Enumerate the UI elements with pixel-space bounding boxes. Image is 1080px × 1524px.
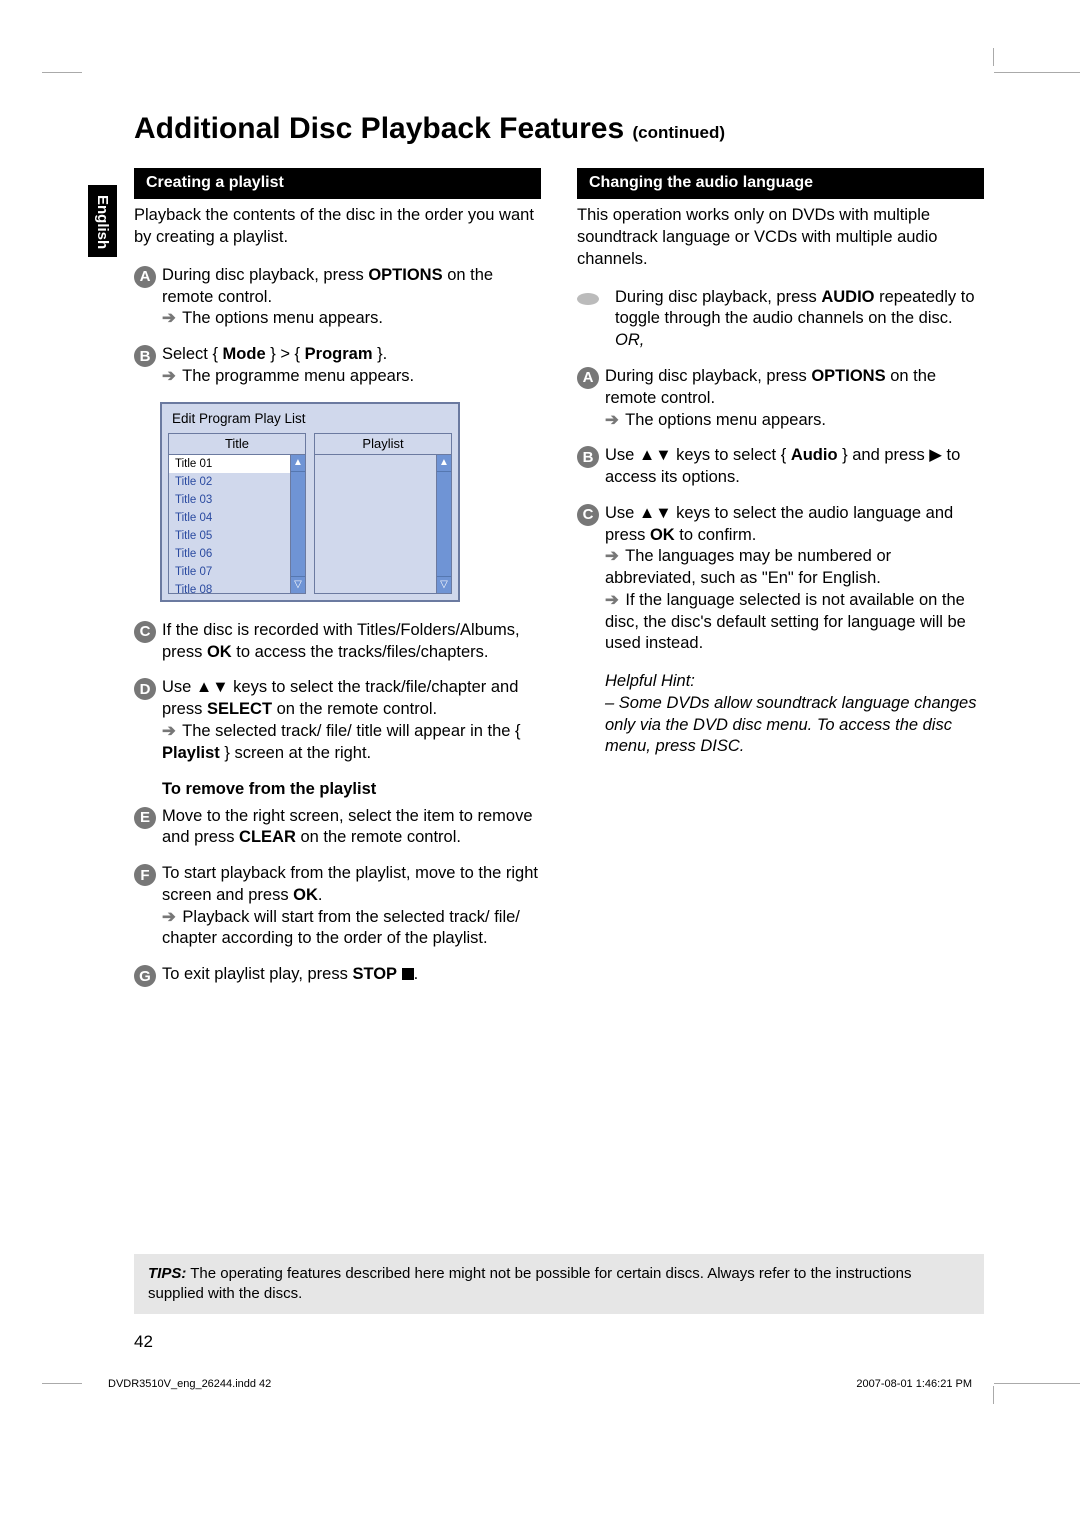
footer-right: 2007-08-01 1:46:21 PM — [856, 1377, 972, 1392]
audio-intro: This operation works only on DVDs with m… — [577, 205, 984, 270]
step-number-icon: G — [134, 965, 156, 987]
step-body: Move to the right screen, select the ite… — [162, 806, 541, 850]
step-body: Use ▲▼ keys to select the audio language… — [605, 503, 984, 655]
helpful-hint: Helpful Hint: – Some DVDs allow soundtra… — [605, 671, 984, 758]
section-header-playlist: Creating a playlist — [134, 168, 541, 199]
stop-icon — [402, 968, 414, 980]
tips-body: The operating features described here mi… — [148, 1265, 911, 1302]
step-body: If the disc is recorded with Titles/Fold… — [162, 620, 541, 664]
step-2: B Select { Mode } > { Program }. ➔ The p… — [134, 344, 541, 388]
bullet-icon — [577, 293, 599, 305]
bullet-body: During disc playback, press AUDIO repeat… — [615, 287, 984, 352]
result-arrow-icon: ➔ — [162, 908, 176, 926]
result-arrow-icon: ➔ — [162, 367, 176, 385]
crop-mark — [993, 1386, 994, 1404]
scroll-up-icon: ▲ — [291, 455, 305, 472]
subheading-remove: To remove from the playlist — [162, 778, 541, 801]
crop-mark — [42, 1383, 82, 1384]
step-body: To start playback from the playlist, mov… — [162, 863, 541, 950]
list-item: Title 02 — [169, 473, 290, 491]
step-3r: C Use ▲▼ keys to select the audio langua… — [577, 503, 984, 655]
playlist-column: Playlist ▲ ▽ — [314, 433, 452, 594]
step-2r: B Use ▲▼ keys to select { Audio } and pr… — [577, 445, 984, 489]
page: English Additional Disc Playback Feature… — [0, 0, 1080, 1524]
step-number-icon: A — [134, 266, 156, 288]
step-6: F To start playback from the playlist, m… — [134, 863, 541, 950]
document-footer: DVDR3510V_eng_26244.indd 42 2007-08-01 1… — [108, 1377, 972, 1392]
scroll-down-icon: ▽ — [291, 576, 305, 593]
list-item: Title 03 — [169, 491, 290, 509]
step-1: A During disc playback, press OPTIONS on… — [134, 265, 541, 330]
step-body: Use ▲▼ keys to select the track/file/cha… — [162, 677, 541, 764]
step-body: During disc playback, press OPTIONS on t… — [162, 265, 541, 330]
result-arrow-icon: ➔ — [605, 547, 619, 565]
crop-mark — [42, 72, 82, 73]
step-number-icon: B — [577, 446, 599, 468]
page-title-text: Additional Disc Playback Features — [134, 112, 624, 145]
step-number-icon: B — [134, 345, 156, 367]
section-header-audio: Changing the audio language — [577, 168, 984, 199]
page-number: 42 — [134, 1330, 153, 1354]
list-item: Title 07 — [169, 563, 290, 581]
left-column: Creating a playlist Playback the content… — [134, 168, 541, 1001]
step-body: During disc playback, press OPTIONS on t… — [605, 366, 984, 431]
title-column-header: Title — [169, 434, 305, 455]
program-list-dialog: Edit Program Play List Title Title 01 Ti… — [160, 402, 460, 602]
tips-label: TIPS: — [148, 1265, 186, 1282]
step-7: G To exit playlist play, press STOP . — [134, 964, 541, 987]
language-tab: English — [88, 185, 117, 257]
result-arrow-icon: ➔ — [605, 591, 619, 609]
right-column: Changing the audio language This operati… — [577, 168, 984, 1001]
page-title-continued: (continued) — [633, 123, 726, 142]
playlist-intro: Playback the contents of the disc in the… — [134, 205, 541, 249]
list-item: Title 06 — [169, 545, 290, 563]
title-list: Title 01 Title 02 Title 03 Title 04 Titl… — [169, 455, 290, 593]
bullet-audio: During disc playback, press AUDIO repeat… — [577, 287, 984, 352]
step-5: E Move to the right screen, select the i… — [134, 806, 541, 850]
footer-left: DVDR3510V_eng_26244.indd 42 — [108, 1377, 271, 1392]
crop-mark — [994, 72, 1080, 73]
step-number-icon: A — [577, 367, 599, 389]
step-number-icon: D — [134, 678, 156, 700]
scrollbar: ▲ ▽ — [436, 455, 451, 593]
program-list-figure: Edit Program Play List Title Title 01 Ti… — [160, 402, 541, 602]
scroll-down-icon: ▽ — [437, 576, 451, 593]
step-body: Use ▲▼ keys to select { Audio } and pres… — [605, 445, 984, 489]
list-item: Title 08 — [169, 581, 290, 592]
step-body: Select { Mode } > { Program }. ➔ The pro… — [162, 344, 541, 388]
list-item: Title 01 — [169, 455, 290, 473]
step-body: To exit playlist play, press STOP . — [162, 964, 541, 986]
program-list-title: Edit Program Play List — [172, 410, 452, 429]
crop-mark — [993, 48, 994, 66]
step-number-icon: C — [134, 621, 156, 643]
playlist-column-header: Playlist — [315, 434, 451, 455]
playlist-list — [315, 455, 436, 593]
scrollbar: ▲ ▽ — [290, 455, 305, 593]
scroll-up-icon: ▲ — [437, 455, 451, 472]
list-item: Title 04 — [169, 509, 290, 527]
title-column: Title Title 01 Title 02 Title 03 Title 0… — [168, 433, 306, 594]
step-number-icon: C — [577, 504, 599, 526]
step-number-icon: F — [134, 864, 156, 886]
step-1r: A During disc playback, press OPTIONS on… — [577, 366, 984, 431]
result-arrow-icon: ➔ — [162, 309, 176, 327]
page-title: Additional Disc Playback Features (conti… — [96, 108, 984, 150]
tips-bar: TIPS: The operating features described h… — [134, 1254, 984, 1315]
step-number-icon: E — [134, 807, 156, 829]
step-4: D Use ▲▼ keys to select the track/file/c… — [134, 677, 541, 764]
list-item: Title 05 — [169, 527, 290, 545]
result-arrow-icon: ➔ — [605, 411, 619, 429]
crop-mark — [994, 1383, 1080, 1384]
step-3: C If the disc is recorded with Titles/Fo… — [134, 620, 541, 664]
result-arrow-icon: ➔ — [162, 722, 176, 740]
